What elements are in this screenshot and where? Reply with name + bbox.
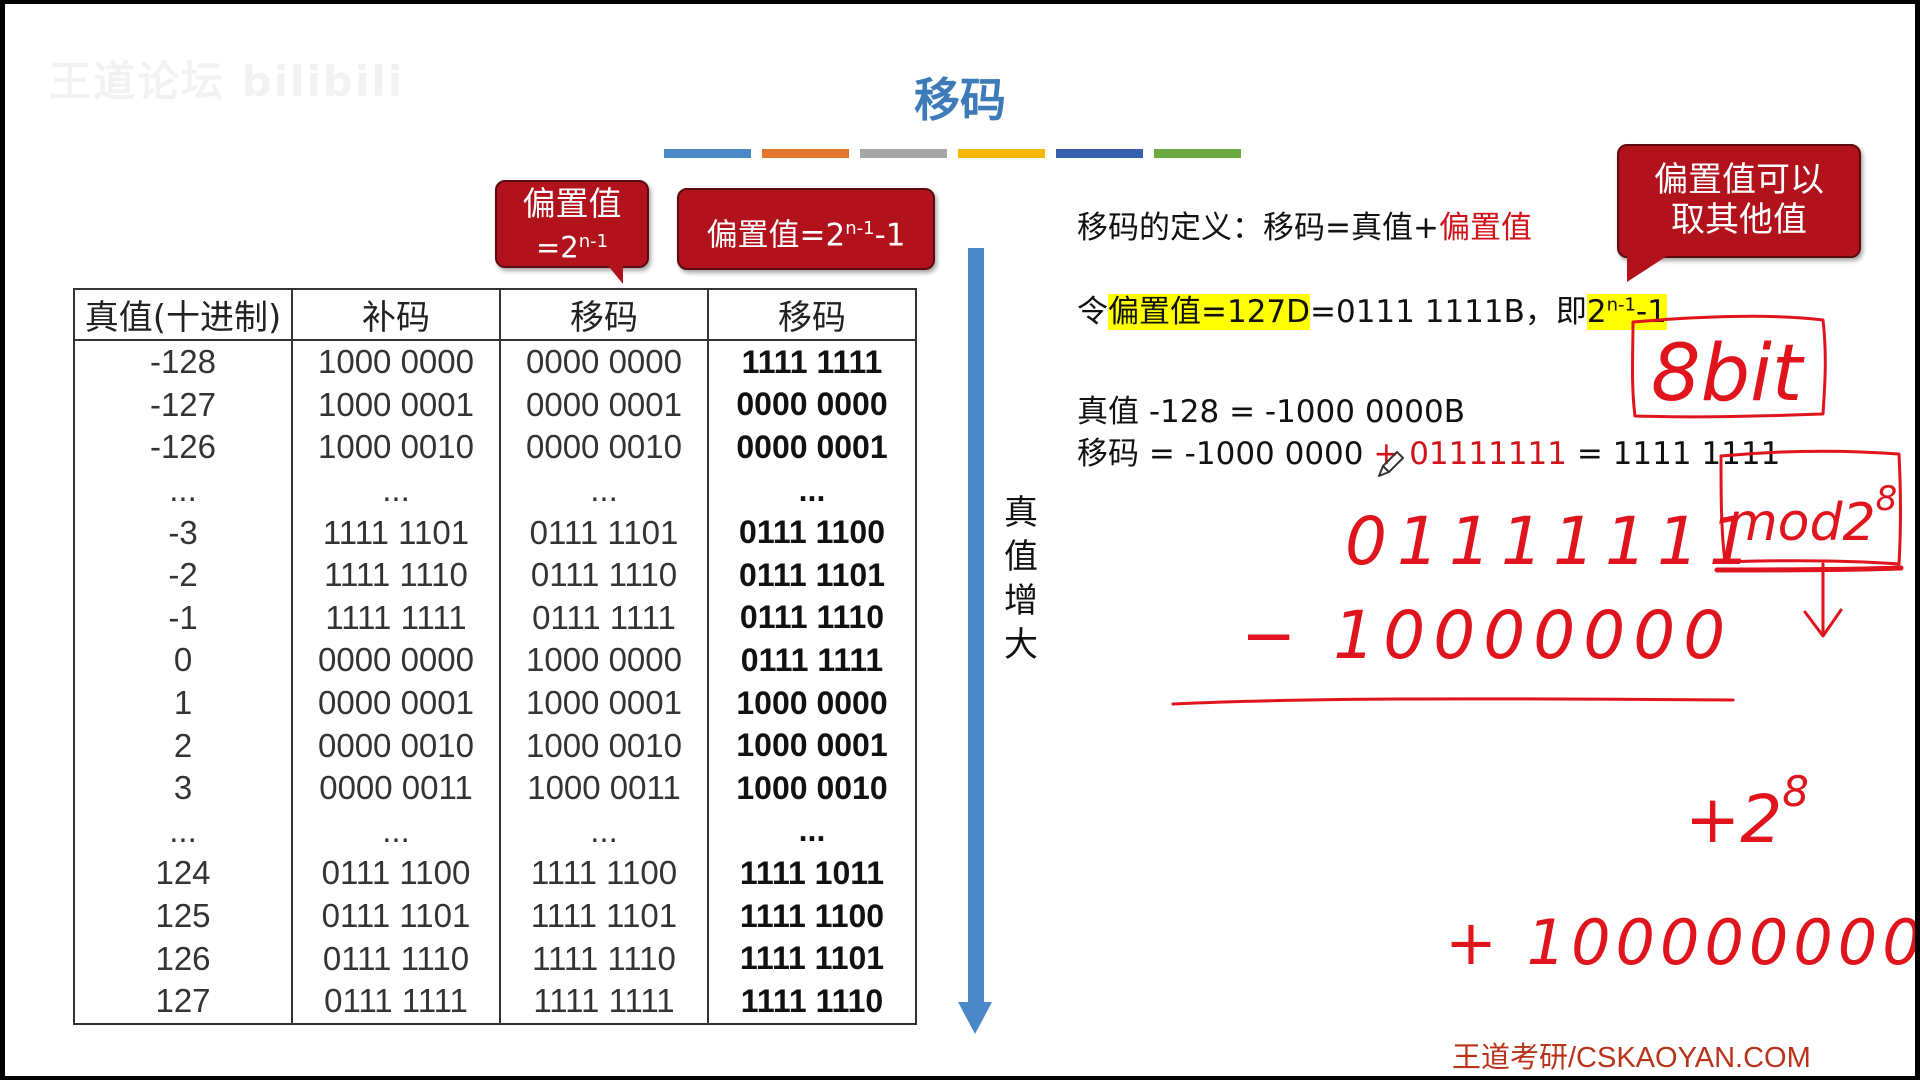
hand-line-2: − 10000000 bbox=[1241, 597, 1733, 674]
slide: 王道论坛 bilibili 移码 偏置值 =2n-1 偏置值=2n-1-1 偏置… bbox=[5, 4, 1915, 1076]
hand-line-1: 01111111 bbox=[1345, 503, 1761, 580]
hand-line-3-sup: 8 bbox=[1782, 767, 1809, 816]
hand-line-3: +28 bbox=[1685, 767, 1809, 858]
down-arrow bbox=[1803, 562, 1843, 638]
hand-line-3-base: +2 bbox=[1685, 781, 1782, 858]
pen-cursor bbox=[1378, 451, 1404, 477]
hand-mod-sup: 8 bbox=[1876, 479, 1898, 519]
hand-line-4: + 100000000 bbox=[1445, 906, 1915, 979]
sum-line bbox=[1171, 697, 1735, 706]
footer-brand: 王道考研/CSKAOYAN.COM bbox=[1452, 1042, 1811, 1074]
hand-8bit: 8bit bbox=[1651, 329, 1805, 419]
handwriting-layer: 8bit mod28 01111111 − 10000000 +28 + 100… bbox=[1171, 314, 1915, 979]
